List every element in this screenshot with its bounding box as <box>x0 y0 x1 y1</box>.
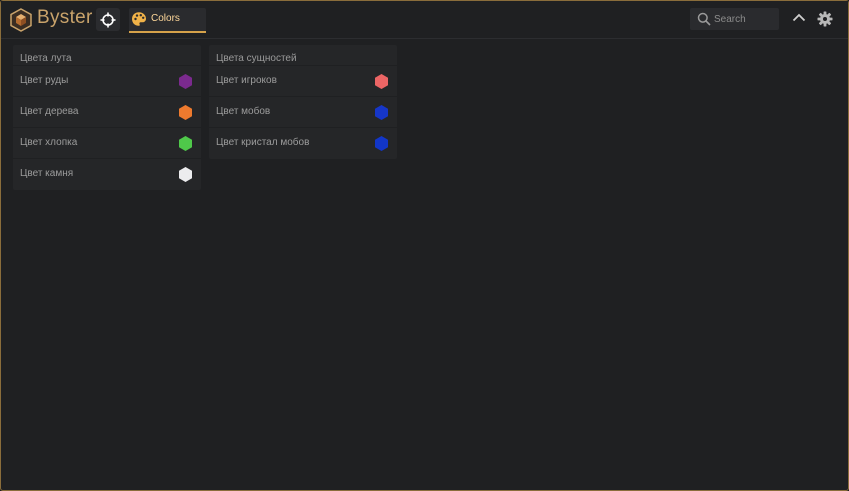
gear-icon[interactable] <box>817 11 833 27</box>
color-swatch-cotton[interactable] <box>178 135 193 152</box>
chevron-up-icon[interactable] <box>792 12 806 22</box>
tab-colors[interactable]: Colors <box>129 8 206 33</box>
crosshair-button[interactable] <box>96 8 120 31</box>
color-label: Цвет руды <box>20 75 69 86</box>
tab-label: Colors <box>151 13 180 24</box>
search-box[interactable] <box>690 8 779 30</box>
search-icon <box>697 12 711 26</box>
color-label: Цвет мобов <box>216 106 271 117</box>
color-row-stone: Цвет камня <box>13 158 201 190</box>
hexagon-logo-icon <box>10 8 32 32</box>
color-swatch-ore[interactable] <box>178 73 193 90</box>
panel-title: Цвета сущностей <box>216 53 297 64</box>
palette-icon <box>132 12 146 26</box>
panel-title: Цвета лута <box>20 53 72 64</box>
header-bar: Byster Colors <box>1 1 848 39</box>
color-swatch-players[interactable] <box>374 73 389 90</box>
color-row-ore: Цвет руды <box>13 65 201 97</box>
color-label: Цвет камня <box>20 168 74 179</box>
color-row-cotton: Цвет хлопка <box>13 127 201 159</box>
color-row-mobs: Цвет мобов <box>209 96 397 128</box>
color-row-wood: Цвет дерева <box>13 96 201 128</box>
color-swatch-stone[interactable] <box>178 166 193 183</box>
search-input[interactable] <box>714 11 774 27</box>
loot-colors-panel: Цвета лута Цвет руды Цвет дерева Цвет хл… <box>13 45 201 190</box>
color-label: Цвет дерева <box>20 106 79 117</box>
color-label: Цвет кристал мобов <box>216 137 310 148</box>
color-label: Цвет хлопка <box>20 137 78 148</box>
color-swatch-crystal-mobs[interactable] <box>374 135 389 152</box>
crosshair-icon <box>100 12 116 27</box>
color-row-players: Цвет игроков <box>209 65 397 97</box>
color-swatch-wood[interactable] <box>178 104 193 121</box>
entity-colors-panel: Цвета сущностей Цвет игроков Цвет мобов … <box>209 45 397 159</box>
color-swatch-mobs[interactable] <box>374 104 389 121</box>
brand-title: Byster <box>37 7 93 28</box>
app-window: Byster Colors Search Цвета лута Цвет руд… <box>0 0 849 491</box>
color-label: Цвет игроков <box>216 75 277 86</box>
color-row-crystal-mobs: Цвет кристал мобов <box>209 127 397 159</box>
